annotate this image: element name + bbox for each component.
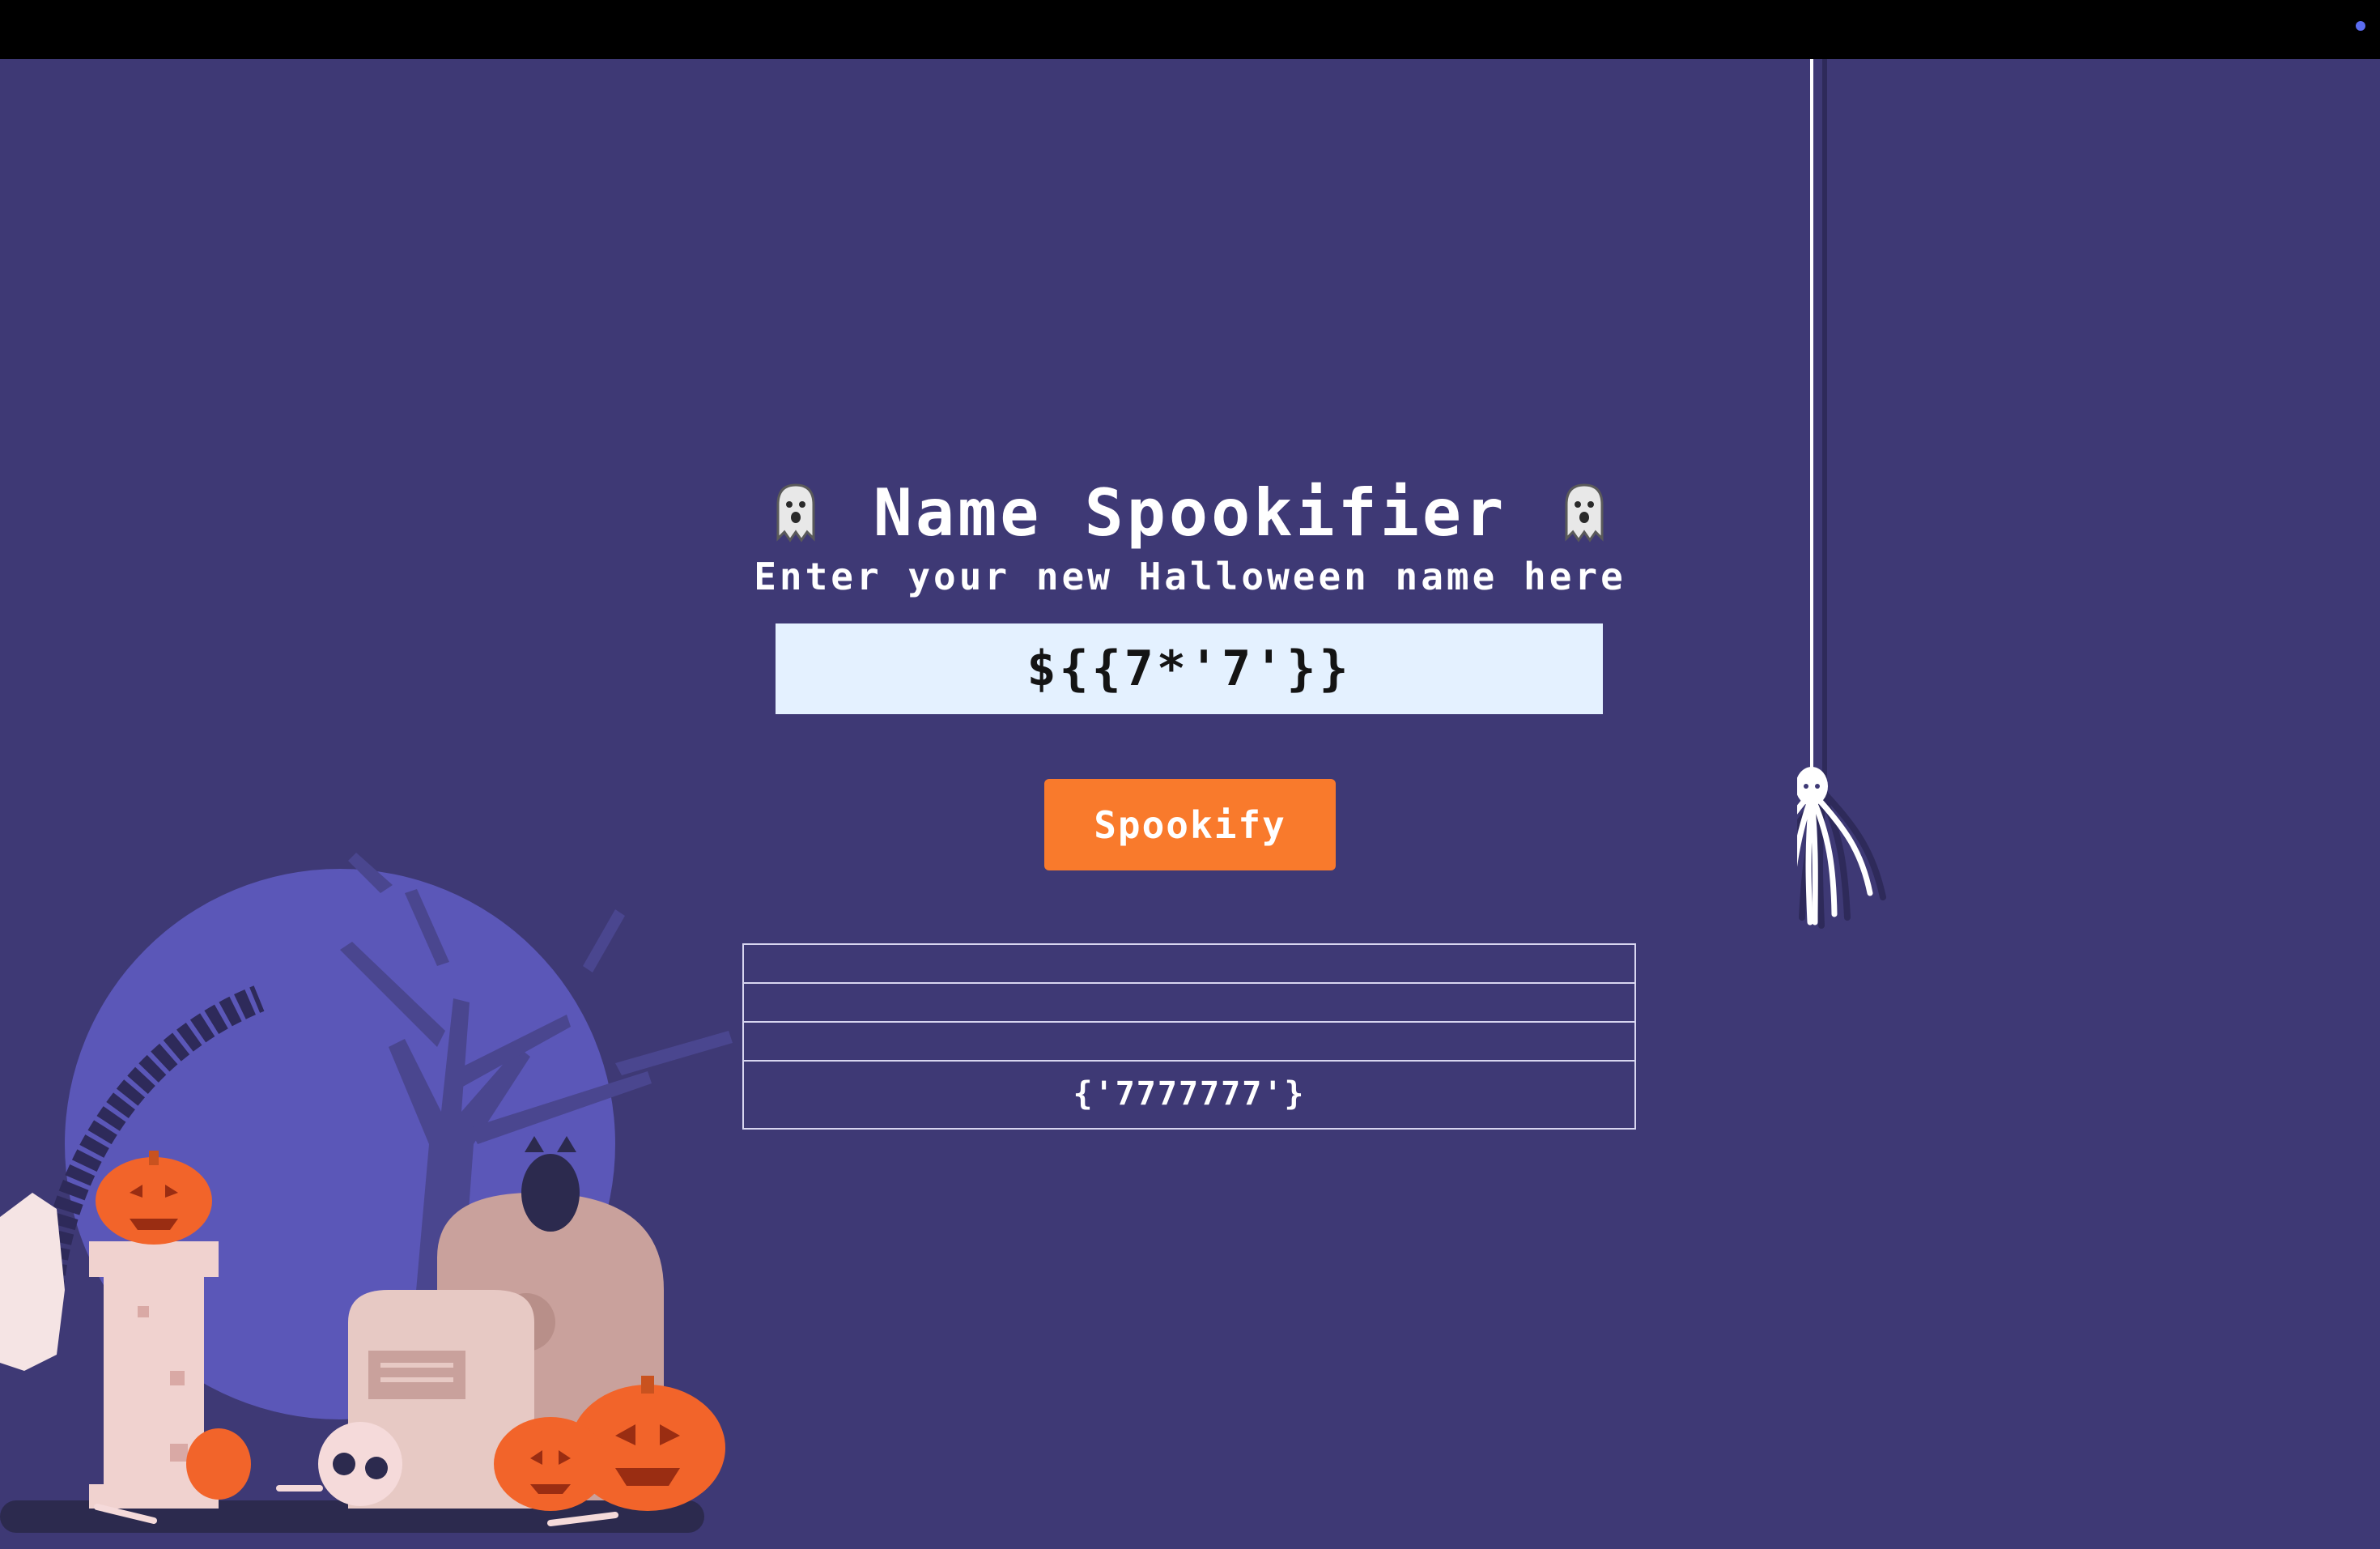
status-dot-icon [2356,21,2365,31]
hand-icon [0,1193,65,1371]
result-row [744,1023,1634,1062]
page-title: Name Spookifier [873,474,1507,551]
result-row [744,984,1634,1023]
pumpkin-icon [186,1428,251,1500]
skull-icon [318,1422,402,1506]
page-subtitle: Enter your new Halloween name here [754,555,1626,598]
spookify-button[interactable]: Spookify [1044,779,1336,870]
halloween-name-input[interactable] [776,623,1603,714]
pumpkin-icon [494,1417,607,1511]
title-row: Name Spookifier [0,464,2380,561]
page-stage: Name Spookifier Enter your new Halloween… [0,59,2380,1548]
browser-top-bar [0,0,2380,59]
graveyard-illustration [0,853,733,1533]
result-row [744,945,1634,984]
result-table: {'7777777'} [742,943,1636,1130]
ghost-icon [1565,483,1604,543]
result-row: {'7777777'} [1073,1075,1306,1113]
ghost-icon [776,483,815,543]
